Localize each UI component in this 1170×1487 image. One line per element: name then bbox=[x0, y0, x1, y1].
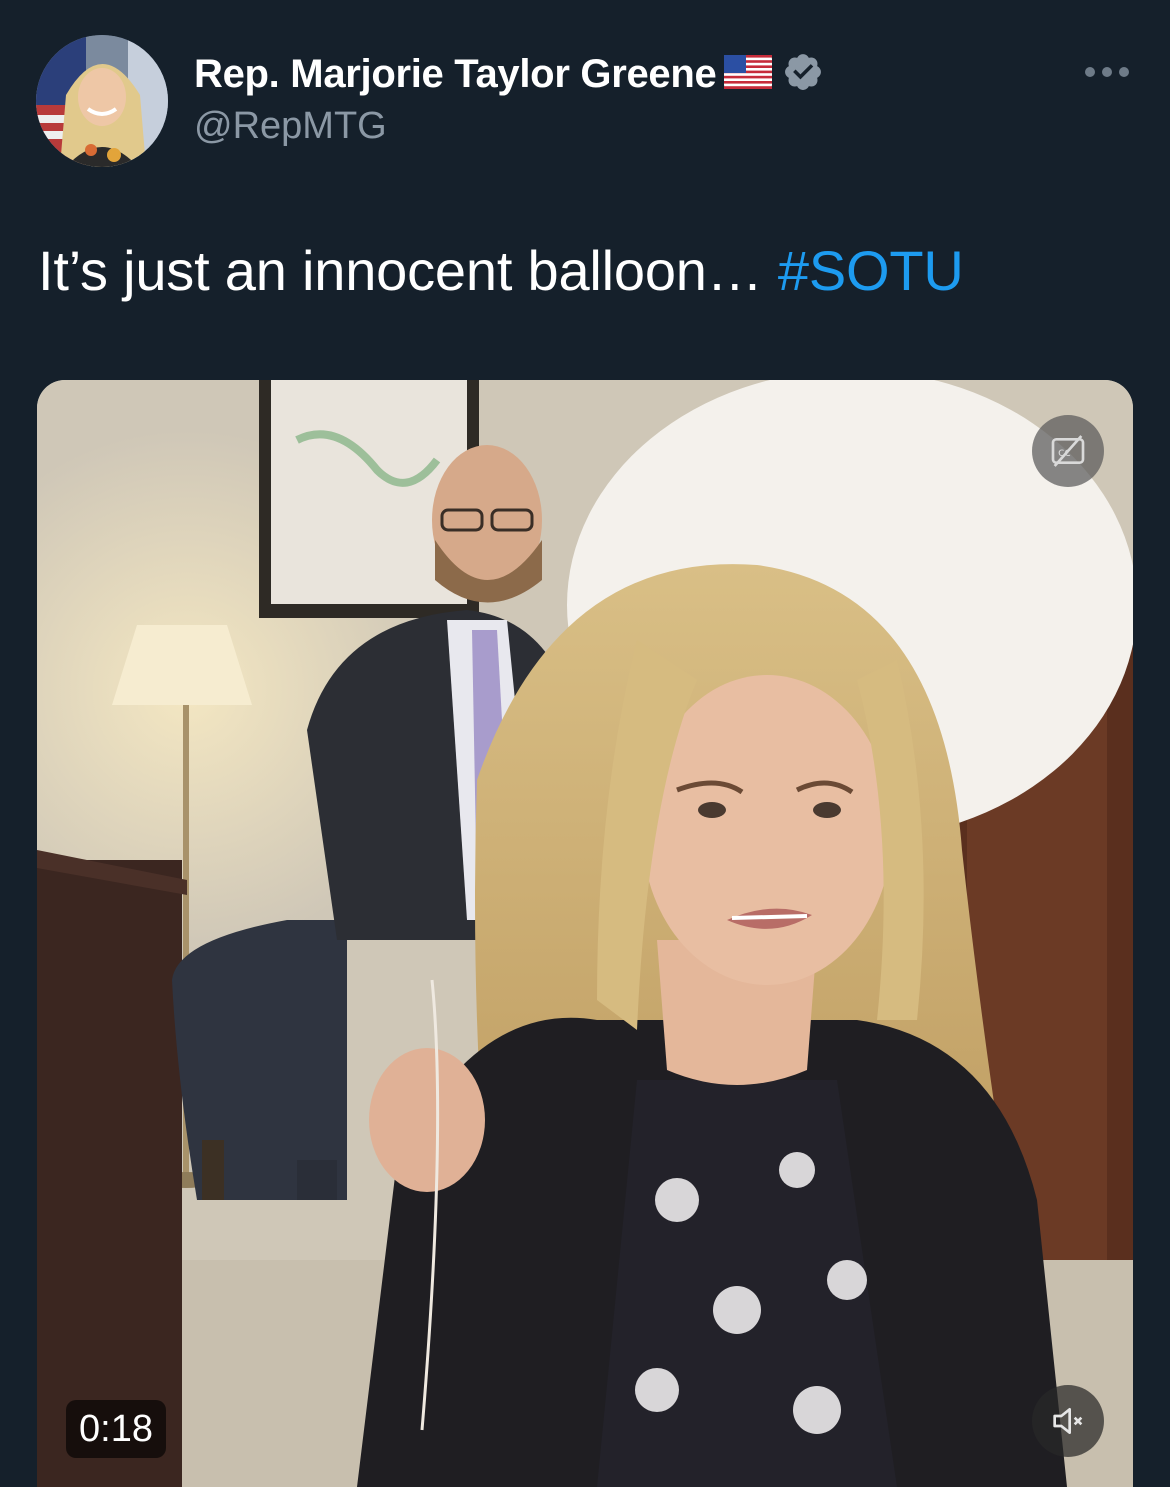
captions-toggle-button[interactable]: cc bbox=[1032, 415, 1104, 487]
author-display-name[interactable]: Rep. Marjorie Taylor Greene bbox=[194, 52, 717, 97]
profile-avatar[interactable] bbox=[36, 35, 168, 167]
video-player[interactable]: cc 0:18 bbox=[37, 380, 1133, 1487]
hashtag-link[interactable]: #SOTU bbox=[778, 239, 964, 302]
more-options-icon[interactable] bbox=[1082, 60, 1132, 84]
tweet-card: Rep. Marjorie Taylor Greene @RepMTG It’s… bbox=[0, 0, 1170, 1487]
volume-muted-icon bbox=[1053, 1408, 1083, 1434]
author-handle[interactable]: @RepMTG bbox=[194, 105, 387, 148]
captions-off-icon: cc bbox=[1051, 435, 1085, 467]
video-frame-image bbox=[37, 380, 1133, 1487]
video-duration-badge: 0:18 bbox=[66, 1400, 166, 1458]
verified-badge-icon bbox=[782, 51, 824, 98]
mute-toggle-button[interactable] bbox=[1032, 1385, 1104, 1457]
us-flag-icon bbox=[724, 54, 773, 94]
tweet-body-text: It’s just an innocent balloon… bbox=[38, 239, 778, 302]
author-name-row: Rep. Marjorie Taylor Greene bbox=[194, 50, 824, 98]
tweet-text: It’s just an innocent balloon… #SOTU bbox=[38, 238, 964, 303]
